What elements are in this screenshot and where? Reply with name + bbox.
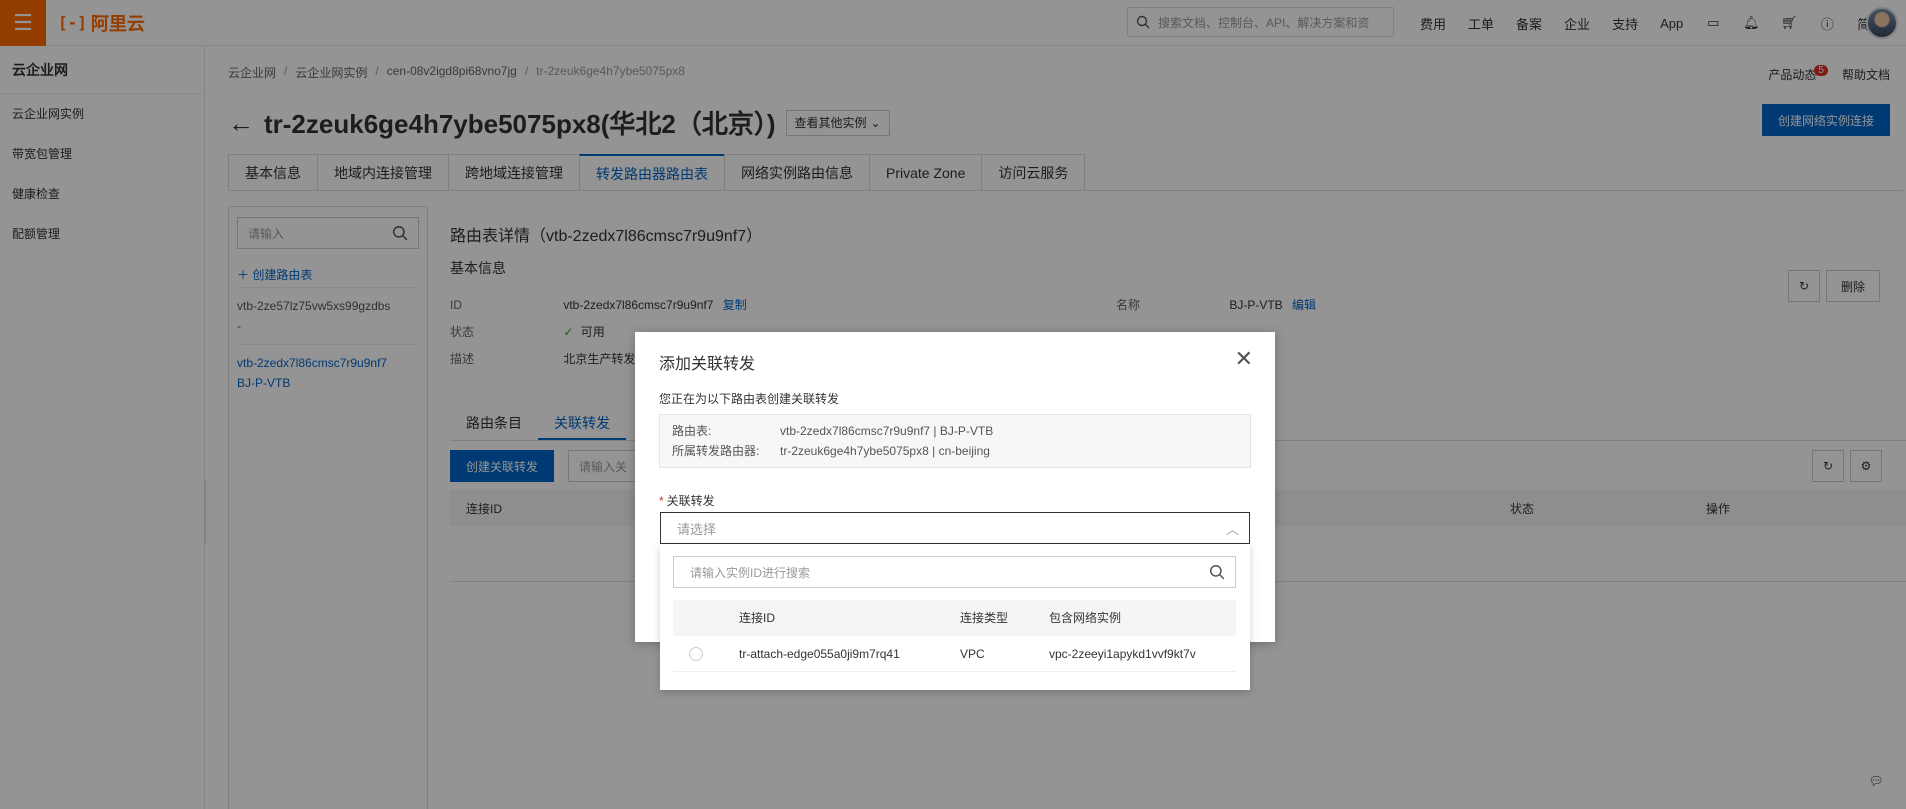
association-dropdown-panel: 请输入实例ID进行搜索 连接ID 连接类型 包含网络实例 tr-attach-e… xyxy=(660,544,1250,690)
required-marker: * xyxy=(659,494,664,508)
select-placeholder: 请选择 xyxy=(677,521,717,537)
row-network-instance: vpc-2zeeyi1apykd1vvf9kt7v xyxy=(1049,647,1196,661)
router-value: tr-2zeuk6ge4h7ybe5075px8 | cn-beijing xyxy=(780,444,990,458)
modal-info-box: 路由表: vtb-2zedx7l86cmsc7r9u9nf7 | BJ-P-VTB… xyxy=(659,414,1251,468)
col-connection-type: 连接类型 xyxy=(960,611,1009,625)
chevron-up-icon: ︿ xyxy=(1225,521,1239,537)
col-connection-id: 连接ID xyxy=(739,611,776,625)
close-icon[interactable]: ✕ xyxy=(1235,348,1253,370)
route-table-value: vtb-2zedx7l86cmsc7r9u9nf7 | BJ-P-VTB xyxy=(780,424,994,438)
router-label: 所属转发路由器: xyxy=(672,444,760,458)
col-network-instance: 包含网络实例 xyxy=(1049,611,1122,625)
row-radio[interactable] xyxy=(689,647,703,661)
modal-title: 添加关联转发 xyxy=(659,356,756,373)
instance-search-placeholder: 请输入实例ID进行搜索 xyxy=(690,565,811,580)
dropdown-table-row[interactable]: tr-attach-edge055a0ji9m7rq41 VPC vpc-2ze… xyxy=(673,636,1236,672)
modal-description: 您正在为以下路由表创建关联转发 xyxy=(659,392,840,406)
route-table-label: 路由表: xyxy=(672,424,712,438)
association-field-label: * 关联转发 xyxy=(659,492,715,509)
association-field-text: 关联转发 xyxy=(666,494,715,508)
instance-search-input[interactable]: 请输入实例ID进行搜索 xyxy=(673,556,1236,588)
row-connection-id: tr-attach-edge055a0ji9m7rq41 xyxy=(739,647,900,661)
search-icon xyxy=(1209,564,1225,580)
dropdown-table-header: 连接ID 连接类型 包含网络实例 xyxy=(673,600,1236,636)
row-connection-type: VPC xyxy=(960,647,985,661)
association-select[interactable]: 请选择 ︿ xyxy=(660,512,1250,544)
